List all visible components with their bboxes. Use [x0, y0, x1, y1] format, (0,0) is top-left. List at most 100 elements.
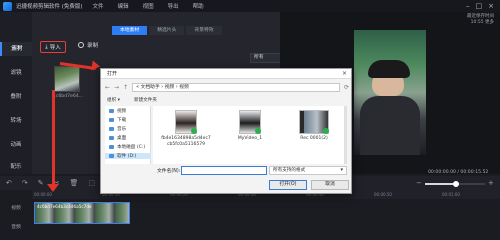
- app-window: 迅捷视频剪辑软件 (免费版) 文件 编辑 视图 导出 帮助 – □ × 素材 文…: [0, 0, 500, 240]
- edit-icon[interactable]: ✎: [38, 179, 44, 187]
- sidebar-item-filter[interactable]: 滤镜: [0, 66, 32, 80]
- import-button[interactable]: ⤓ 导入: [40, 41, 66, 53]
- refresh-icon[interactable]: ⟳: [344, 84, 349, 91]
- crop-icon[interactable]: ⬚: [88, 179, 95, 187]
- preview-figure-body: [360, 96, 420, 155]
- tab-local-media[interactable]: 本地素材: [112, 26, 148, 35]
- import-label: 导入: [49, 45, 61, 51]
- sidebar: 素材 文字 滤镜 叠附 转场 动画 配乐: [0, 12, 32, 174]
- sidebar-item-text[interactable]: 文字: [0, 42, 32, 56]
- ruler-tick: 00:00:50: [374, 192, 392, 197]
- open-button[interactable]: 打开(O): [269, 180, 307, 190]
- nav-item-drive-d[interactable]: 软件 (D:): [105, 153, 151, 159]
- annotation-arrow-down-head: [47, 184, 59, 192]
- dialog-toolbar: 组织 ▾ 新建文件夹: [105, 95, 349, 104]
- tab-background-effects[interactable]: 背景特效: [186, 26, 222, 35]
- file-name: MyVideo_1: [237, 136, 263, 141]
- sidebar-item-label: 文字: [10, 46, 22, 52]
- undo-icon[interactable]: ↶: [6, 179, 12, 187]
- title-bar: 迅捷视频剪辑软件 (免费版) 文件 编辑 视图 导出 帮助 – □ ×: [0, 0, 500, 12]
- timeline-video-clip[interactable]: 4c6bd7e64b3c4d6a5c7de: [34, 202, 130, 224]
- video-track-label: 视频: [11, 206, 21, 211]
- dialog-file-list: fb4e1634898a5d4ec7cb5fc0a5116579 MyVideo…: [153, 106, 345, 164]
- close-icon[interactable]: ×: [488, 2, 494, 10]
- nav-item-label: 桌面: [117, 136, 127, 141]
- save-info: 最近保存时间 10:55 更多: [467, 14, 494, 26]
- media-tabs: 本地素材 精选片头 背景特效: [112, 26, 222, 35]
- timeline: 00:00:00 00:00:10 00:00:20 00:00:30 00:0…: [0, 190, 500, 240]
- menu-file[interactable]: 文件: [93, 2, 104, 10]
- menu-export[interactable]: 导出: [168, 2, 179, 10]
- up-icon[interactable]: ↑: [123, 84, 128, 91]
- file-name: fb4e1634898a5d4ec7cb5fc0a5116579: [161, 136, 211, 147]
- menu-help[interactable]: 帮助: [193, 2, 204, 10]
- new-folder-button[interactable]: 新建文件夹: [134, 97, 157, 103]
- drive-icon: [109, 145, 114, 149]
- dialog-address-bar: ← → ↑ « 文档助手 › 视频 › 视频 ⟳: [105, 82, 349, 92]
- record-label: 录制: [87, 43, 99, 49]
- media-clip-thumbnail[interactable]: [54, 66, 80, 92]
- filename-input[interactable]: [181, 166, 267, 175]
- nav-item-label: 本地磁盘 (C:): [117, 145, 146, 150]
- nav-item-downloads[interactable]: 下载: [109, 117, 126, 123]
- sidebar-item-overlay[interactable]: 叠附: [0, 90, 32, 104]
- nav-item-label: 下载: [117, 118, 127, 123]
- ruler-tick: 00:01:00: [442, 192, 460, 197]
- nav-item-desktop[interactable]: 桌面: [109, 135, 126, 141]
- zoom-slider-fill: [425, 183, 457, 185]
- preview-figure-hair: [368, 60, 410, 78]
- nav-item-drive-c[interactable]: 本地磁盘 (C:): [109, 144, 145, 150]
- nav-item-label: 音乐: [117, 127, 127, 132]
- cancel-button[interactable]: 取消: [311, 180, 349, 190]
- nav-item-music[interactable]: 音乐: [109, 126, 126, 132]
- app-title: 迅捷视频剪辑软件 (免费版): [16, 4, 83, 10]
- media-filter-value: 所有: [254, 55, 264, 60]
- file-item[interactable]: fb4e1634898a5d4ec7cb5fc0a5116579: [161, 110, 211, 147]
- organize-menu[interactable]: 组织 ▾: [107, 97, 120, 103]
- breadcrumb[interactable]: « 文档助手 › 视频 › 视频: [132, 82, 340, 92]
- record-icon: [78, 42, 84, 48]
- tab-intros[interactable]: 精选片头: [149, 26, 185, 35]
- maximize-icon[interactable]: □: [476, 2, 483, 10]
- sidebar-item-music[interactable]: 配乐: [0, 160, 32, 174]
- open-file-dialog: 打开 × ← → ↑ « 文档助手 › 视频 › 视频 ⟳ 组织 ▾ 新建文件夹…: [100, 68, 352, 194]
- zoom-in-icon[interactable]: +: [488, 179, 494, 187]
- desktop-icon: [109, 136, 114, 140]
- file-name: Rec 0001(2): [300, 136, 328, 141]
- dialog-scrollbar[interactable]: [344, 106, 347, 164]
- folder-icon: [109, 109, 114, 113]
- record-button[interactable]: 录制: [78, 41, 98, 49]
- delete-icon[interactable]: 🗑: [70, 179, 79, 187]
- menu-view[interactable]: 视图: [143, 2, 154, 10]
- download-folder-icon: [109, 118, 114, 122]
- nav-item-label: 视频: [117, 109, 127, 114]
- preview-video[interactable]: [354, 30, 426, 155]
- dialog-close-icon[interactable]: ×: [342, 69, 347, 79]
- time-readout: 00:00:00.00 / 00:00:15.52: [428, 170, 489, 175]
- forward-icon[interactable]: →: [114, 84, 119, 91]
- music-folder-icon: [109, 127, 114, 131]
- zoom-slider[interactable]: [425, 181, 485, 187]
- file-item[interactable]: MyVideo_1: [225, 110, 275, 142]
- app-logo-icon: [3, 1, 12, 11]
- zoom-out-icon[interactable]: −: [416, 179, 422, 187]
- menu-bar: 文件 编辑 视图 导出 帮助: [93, 2, 204, 10]
- timeline-clip-caption: 4c6bd7e64b3c4d6a5c7de: [37, 204, 92, 209]
- annotation-arrow-down: [52, 90, 55, 186]
- app-badge-icon: [255, 128, 261, 134]
- minimize-icon[interactable]: –: [466, 2, 470, 10]
- chevron-down-icon: ▾: [340, 167, 343, 173]
- nav-item-videos[interactable]: 视频: [109, 108, 126, 114]
- sidebar-item-transition[interactable]: 转场: [0, 114, 32, 128]
- redo-icon[interactable]: ↷: [22, 179, 28, 187]
- dialog-nav-pane: 视频 下载 音乐 桌面 本地磁盘 (C:) 软件 (D:): [105, 106, 151, 164]
- back-icon[interactable]: ←: [105, 84, 110, 91]
- save-info-time: 10:55 更多: [470, 20, 494, 25]
- drive-icon: [109, 154, 114, 158]
- nav-item-label: 软件 (D:): [117, 154, 137, 159]
- ruler-tick: 00:00:00: [34, 192, 52, 197]
- sidebar-item-animation[interactable]: 动画: [0, 138, 32, 152]
- menu-edit[interactable]: 编辑: [118, 2, 129, 10]
- file-type-select[interactable]: 所有支持的格式 ▾: [269, 166, 347, 175]
- file-item[interactable]: Rec 0001(2): [289, 110, 339, 142]
